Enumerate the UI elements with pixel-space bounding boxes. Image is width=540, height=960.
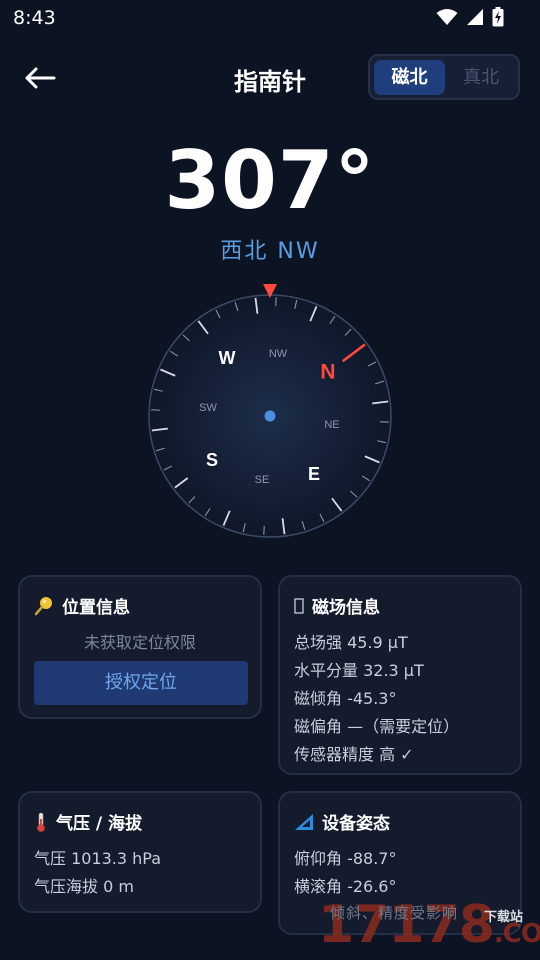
grant-location-button[interactable]: 授权定位 [34, 661, 248, 705]
battery-icon [492, 7, 504, 27]
triangle-ruler-icon [295, 813, 313, 830]
compass-dial: N W S E NW SW NE SE [148, 284, 392, 538]
pressure-card-title: 气压 / 海拔 [56, 814, 143, 834]
compass-label-w: W [219, 348, 236, 368]
watermark-site: 下载站 [484, 910, 524, 925]
status-time: 8:43 [13, 7, 56, 29]
magnetic-inclination: 磁倾角 -45.3° [294, 689, 397, 708]
magnetic-north-tab[interactable]: 磁北 [374, 60, 445, 95]
watermark-caption: 倾斜、精度受影响 [330, 904, 459, 922]
compass-label-e: E [308, 464, 320, 484]
thermometer-icon [37, 812, 45, 832]
signal-icon [467, 9, 483, 25]
compass-label-sw: SW [199, 402, 217, 414]
pressure-altitude: 气压海拔 0 m [34, 877, 134, 896]
wifi-icon [436, 9, 458, 25]
location-card-title: 位置信息 [62, 598, 130, 618]
magnetic-total: 总场强 45.9 μT [294, 633, 408, 652]
location-card: 位置信息 未获取定位权限 授权定位 [18, 575, 262, 719]
attitude-card-title: 设备姿态 [322, 814, 390, 834]
center-dot-icon [264, 410, 276, 422]
compass-label-n: N [320, 361, 335, 384]
heading-direction: 西北 NW [220, 239, 320, 264]
location-pin-icon [34, 596, 52, 615]
magnetic-horizontal: 水平分量 32.3 μT [294, 661, 424, 680]
compass-label-s: S [206, 450, 218, 470]
magnet-icon [294, 597, 304, 614]
true-north-tab[interactable]: 真北 [446, 60, 516, 95]
compass-label-ne: NE [324, 419, 339, 431]
pitch-angle: 俯仰角 -88.7° [294, 849, 397, 868]
status-icons [436, 6, 504, 28]
pressure-card: 气压 / 海拔 气压 1013.3 hPa 气压海拔 0 m [18, 791, 262, 913]
roll-angle: 横滚角 -26.6° [294, 877, 397, 896]
pressure-value: 气压 1013.3 hPa [34, 849, 162, 868]
compass-label-nw: NW [269, 348, 288, 360]
sensor-accuracy: 传感器精度 高 ✓ [294, 745, 414, 764]
heading-degrees: 307° [164, 134, 376, 227]
magnetic-card-title: 磁场信息 [312, 598, 380, 618]
magnetic-card: 磁场信息 总场强 45.9 μT 水平分量 32.3 μT 磁倾角 -45.3°… [278, 575, 522, 775]
compass-label-se: SE [255, 474, 270, 486]
magnetic-declination: 磁偏角 —（需要定位） [294, 717, 460, 736]
north-mode-toggle[interactable]: 磁北 真北 [368, 54, 520, 100]
location-status: 未获取定位权限 [83, 633, 196, 652]
